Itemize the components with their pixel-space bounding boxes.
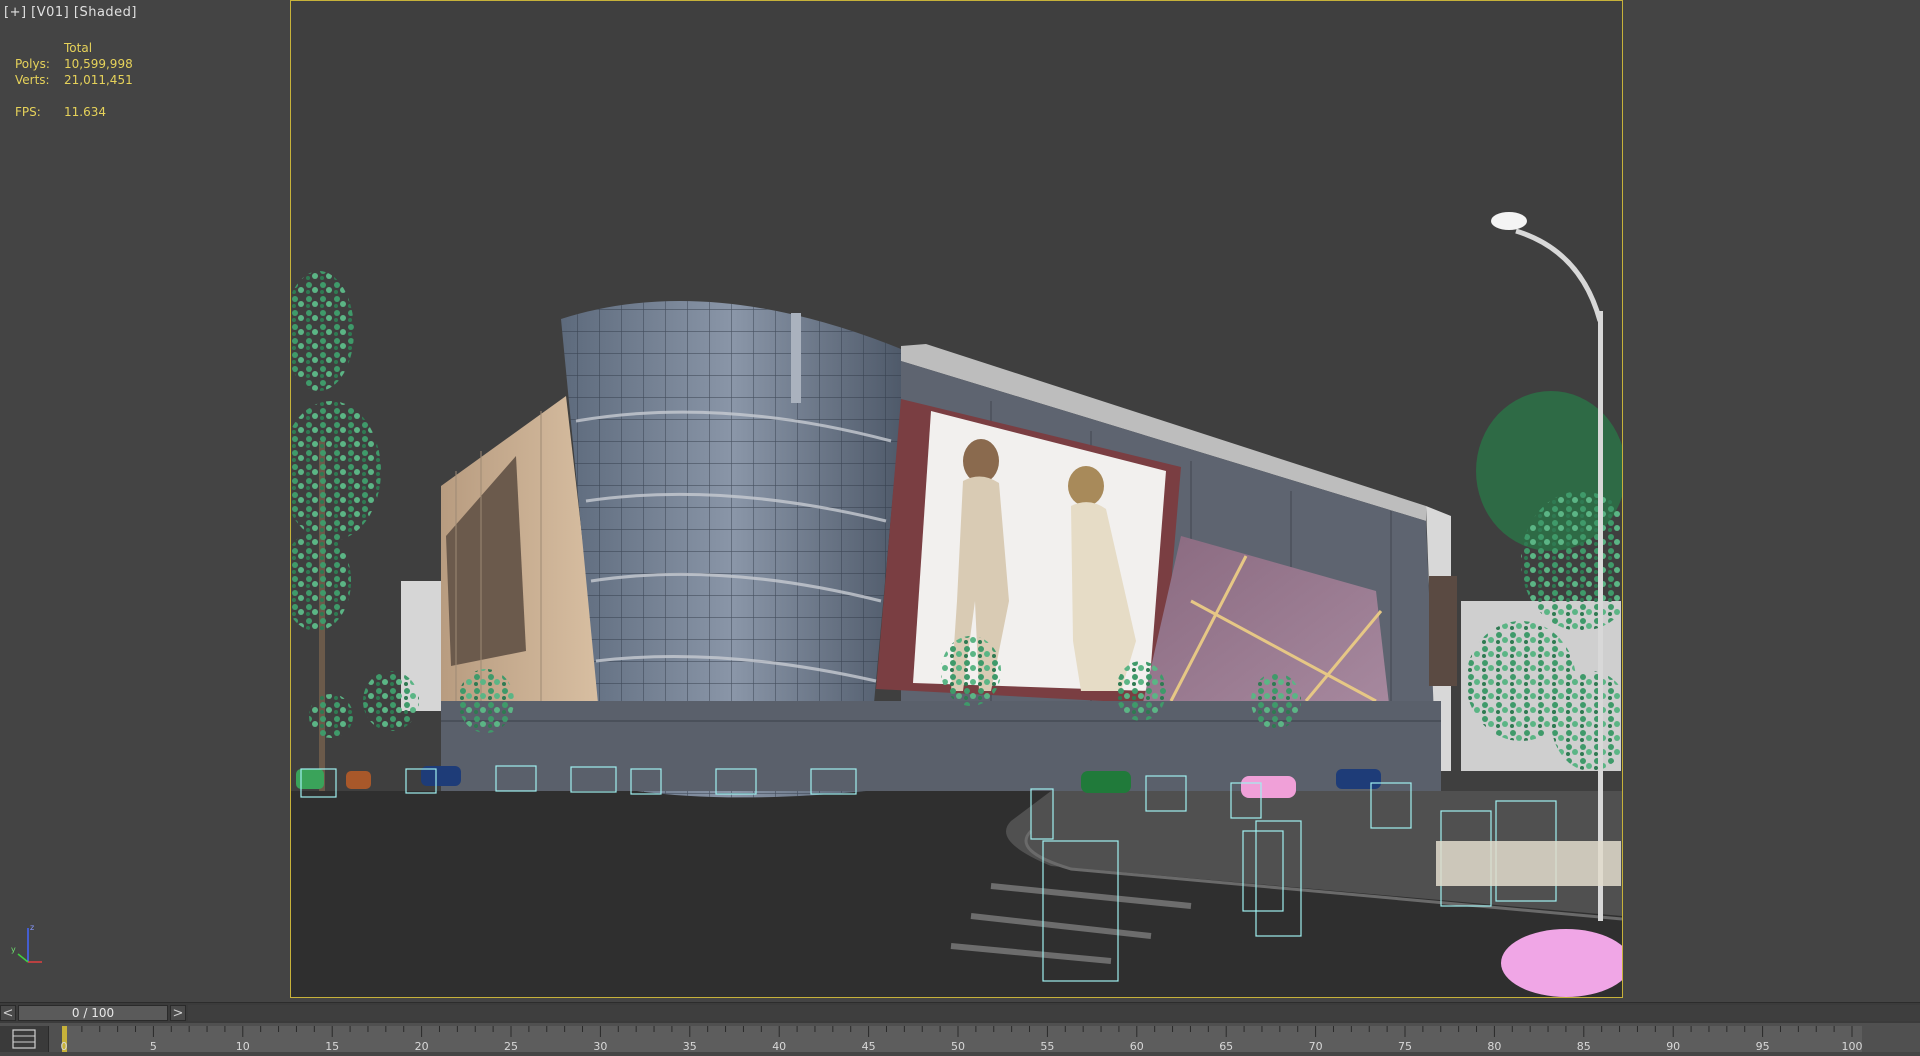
verts-label: Verts: — [15, 73, 50, 87]
ruler-label: 30 — [593, 1040, 608, 1053]
side-poster — [1429, 576, 1457, 686]
ruler-label: 80 — [1487, 1040, 1502, 1053]
fps-label: FPS: — [15, 105, 41, 119]
frame-ruler[interactable]: 0 5 10 15 20 25 30 35 40 45 50 55 60 65 70 75 80 85 90 95 10… — [52, 1023, 1920, 1053]
axis-y-label: y — [11, 945, 16, 954]
viewport-label[interactable]: [+] [V01] [Shaded] — [4, 5, 137, 20]
previous-frame-button[interactable]: < — [0, 1005, 16, 1021]
ruler-label: 10 — [235, 1040, 250, 1053]
ruler-label: 45 — [861, 1040, 876, 1053]
ruler-label: 5 — [149, 1040, 157, 1053]
ruler-label: 40 — [772, 1040, 787, 1053]
ruler-label: 55 — [1040, 1040, 1055, 1053]
viewport[interactable]: [+] [V01] [Shaded] Total Polys: 10,599,99… — [0, 0, 1920, 1002]
trackbar[interactable]: 0 5 10 15 20 25 30 35 40 45 50 55 60 65 70 75 80 85 90 95 10… — [0, 1023, 1920, 1053]
polys-label: Polys: — [15, 57, 50, 71]
ruler-label: 75 — [1398, 1040, 1412, 1053]
ruler-label: 85 — [1576, 1040, 1591, 1053]
white-shrubs — [1436, 841, 1621, 886]
ruler-label: 50 — [951, 1040, 965, 1053]
ruler-label: 20 — [414, 1040, 429, 1053]
ruler-label: 70 — [1308, 1040, 1323, 1053]
next-frame-button[interactable]: > — [170, 1005, 186, 1021]
polys-value: 10,599,998 — [64, 57, 133, 71]
axis-gizmo: z y — [11, 923, 42, 963]
verts-value: 21,011,451 — [64, 73, 133, 87]
time-slider-thumb[interactable]: 0 / 100 — [18, 1005, 168, 1021]
ruler-label: 15 — [325, 1040, 340, 1053]
ruler-label: 25 — [504, 1040, 518, 1053]
ruler-label: 100 — [1841, 1040, 1863, 1053]
fps-value: 11.634 — [64, 105, 106, 119]
ruler-label: 0 — [60, 1040, 68, 1053]
stats-header: Total — [64, 41, 93, 55]
time-slider-track[interactable] — [188, 1005, 1920, 1021]
axis-z-label: z — [30, 923, 34, 932]
ruler-label: 95 — [1755, 1040, 1770, 1053]
ruler-label: 90 — [1666, 1040, 1681, 1053]
scene-render[interactable] — [291, 1, 1622, 997]
safe-frame — [290, 0, 1623, 998]
ruler-label: 65 — [1219, 1040, 1234, 1053]
ruler-label: 60 — [1129, 1040, 1144, 1053]
ruler-label: 35 — [682, 1040, 697, 1053]
curve-editor-icon[interactable] — [0, 1026, 49, 1052]
time-slider-bar: < 0 / 100 > — [0, 1002, 1920, 1023]
